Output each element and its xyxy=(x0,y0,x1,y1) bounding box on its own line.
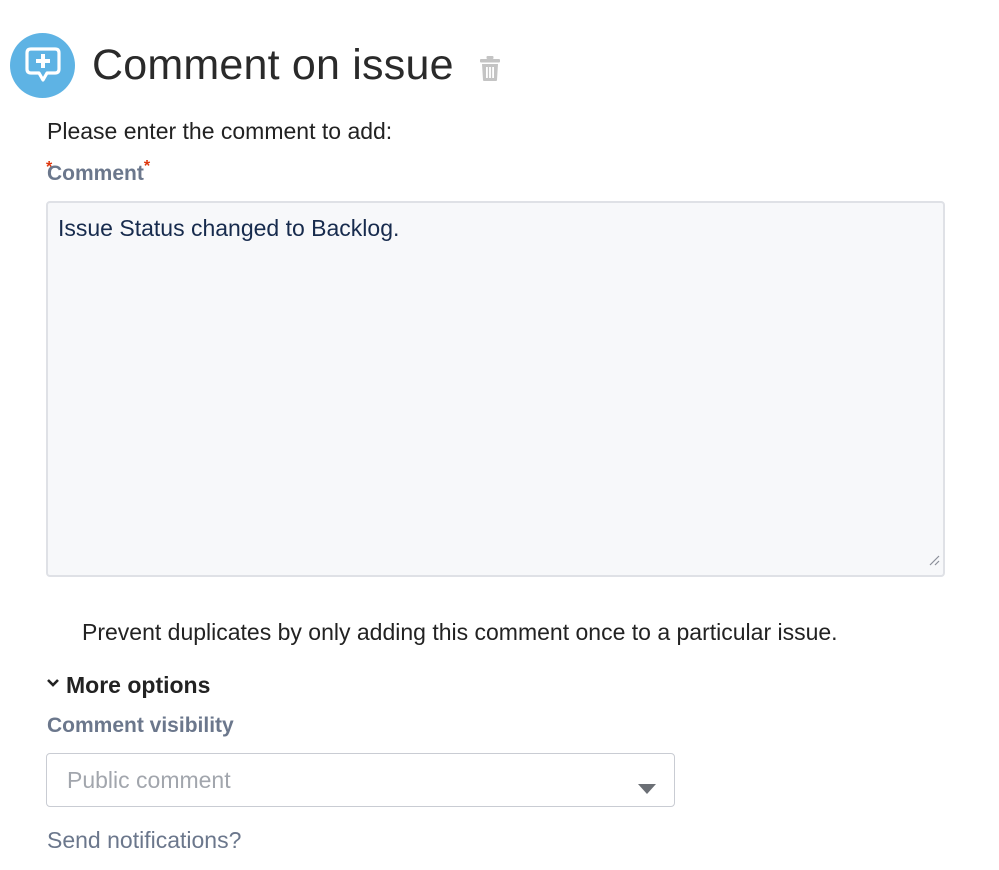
chevron-down-icon xyxy=(46,678,60,688)
comment-label: * Comment* xyxy=(46,158,150,186)
header: Comment on issue xyxy=(10,32,501,98)
comment-textarea[interactable]: Issue Status changed to Backlog. xyxy=(46,201,945,577)
more-options-label: More options xyxy=(66,672,211,698)
resize-handle-icon[interactable] xyxy=(928,545,940,572)
form-intro: Please enter the comment to add: xyxy=(47,118,393,144)
more-options-toggle[interactable]: More options xyxy=(46,672,210,699)
required-marker: * xyxy=(46,159,53,176)
duplicate-note: Prevent duplicates by only adding this c… xyxy=(82,619,838,645)
page-title: Comment on issue xyxy=(92,40,454,89)
comment-add-icon xyxy=(10,32,75,98)
send-notifications-label: Send notifications? xyxy=(47,827,242,853)
comment-visibility-label: Comment visibility xyxy=(47,714,234,737)
required-marker: * xyxy=(143,158,151,175)
comment-value: Issue Status changed to Backlog. xyxy=(58,215,400,241)
comment-visibility-select[interactable]: Public comment xyxy=(46,753,675,807)
select-placeholder: Public comment xyxy=(67,766,231,793)
dropdown-caret-icon xyxy=(638,774,656,801)
trash-icon[interactable] xyxy=(479,55,501,82)
comment-label-text: Comment xyxy=(47,162,144,185)
